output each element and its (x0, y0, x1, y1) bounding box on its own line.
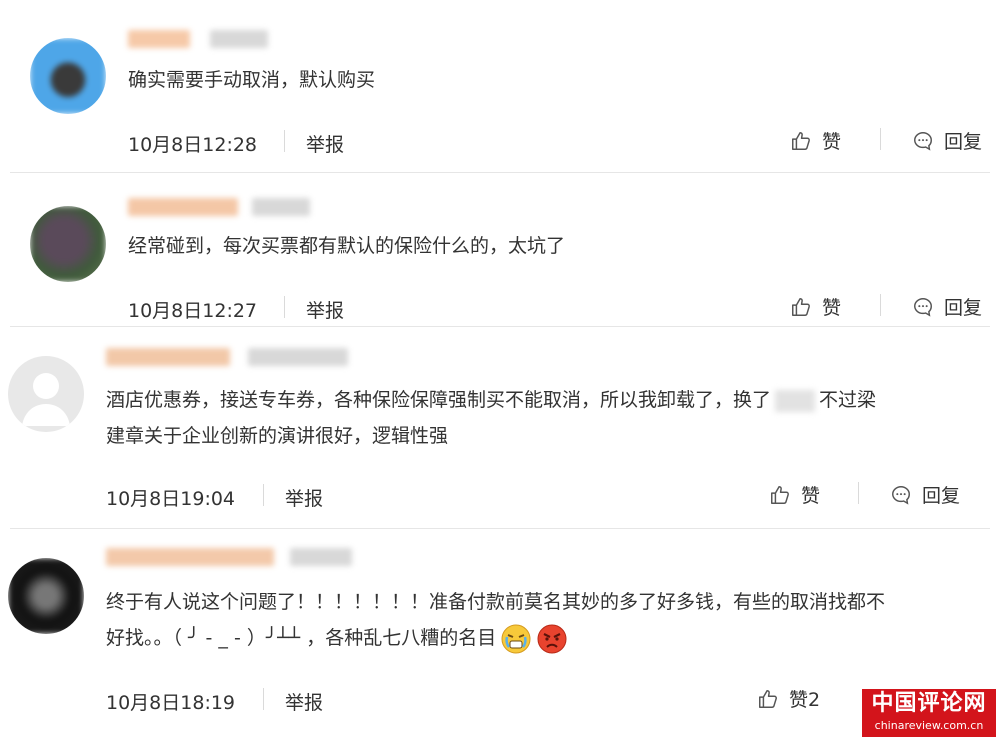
report-link[interactable]: 举报 (285, 484, 323, 511)
comment-text-line: 建章关于企业创新的演讲很好，逻辑性强 (106, 425, 449, 447)
avatar[interactable] (8, 558, 84, 634)
report-link[interactable]: 举报 (306, 296, 344, 323)
separator (858, 482, 859, 504)
username-masked[interactable] (128, 198, 238, 216)
angry-face-emoji-icon (537, 624, 567, 653)
username-masked[interactable] (106, 348, 230, 366)
comment-text: 经常碰到，每次买票都有默认的保险什么的，太坑了 (128, 235, 566, 257)
thumbs-up-icon (792, 131, 810, 150)
thumbs-up-icon (759, 689, 777, 708)
like-label: 赞 (822, 131, 842, 153)
reply-label: 回复 (944, 131, 983, 153)
avatar[interactable] (30, 38, 106, 114)
masked-app-name (775, 389, 816, 412)
username-masked[interactable] (106, 548, 274, 566)
comment-item: 经常碰到，每次买票都有默认的保险什么的，太坑了 10月8日12:27 举报 赞 … (0, 172, 1000, 332)
separator (880, 294, 881, 316)
comment-text-line: 终于有人说这个问题了！！！！！！！准备付款前莫名其妙的多了好多钱，有些的取消找都… (106, 591, 886, 613)
comment-text-part: 好找。。（ ╯ - _ - ）╯┴┴ ，各种乱七八糟的名目 (106, 627, 497, 649)
default-avatar-icon (22, 373, 70, 426)
reply-label: 回复 (944, 297, 983, 319)
reply-button[interactable]: 回复 (890, 481, 960, 508)
crying-face-emoji-icon (501, 624, 531, 653)
separator (263, 688, 264, 710)
comment-text: 确实需要手动取消，默认购买 (128, 69, 376, 91)
comment-text-line: 好找。。（ ╯ - _ - ）╯┴┴ ，各种乱七八糟的名目 (106, 620, 568, 656)
like-button[interactable]: 赞 (769, 481, 820, 508)
thumbs-up-icon (771, 485, 789, 504)
comment-bubble-icon (914, 297, 932, 317)
like-label: 赞 (801, 485, 821, 507)
like-label: 赞 (822, 297, 842, 319)
like-button[interactable]: 赞 (790, 293, 841, 320)
watermark-title: 中国评论网 (871, 691, 987, 716)
comment-bubble-icon (914, 131, 932, 151)
location-tag-masked (252, 198, 310, 216)
comment-time: 10月8日12:28 (128, 134, 258, 156)
like-button[interactable]: 赞 (790, 127, 841, 154)
comment-item: 确实需要手动取消，默认购买 10月8日12:28 举报 赞 回复 (0, 0, 1000, 172)
report-link[interactable]: 举报 (306, 130, 344, 157)
separator (880, 128, 881, 150)
report-link[interactable]: 举报 (285, 688, 323, 715)
site-watermark-logo: 中国评论网 chinareview.com.cn (862, 689, 996, 737)
location-tag-masked (248, 348, 348, 366)
reply-label: 回复 (922, 485, 961, 507)
comment-text-part: 不过梁 (819, 389, 877, 411)
reply-button[interactable]: 回复 (912, 293, 982, 320)
comment-time: 10月8日19:04 (106, 488, 236, 510)
avatar[interactable] (30, 206, 106, 282)
comment-item: 终于有人说这个问题了！！！！！！！准备付款前莫名其妙的多了好多钱，有些的取消找都… (0, 528, 1000, 741)
location-tag-masked (210, 30, 268, 48)
thumbs-up-icon (792, 297, 810, 316)
watermark-url: chinareview.com.cn (874, 719, 984, 732)
comment-item: 酒店优惠券，接送专车券，各种保险保障强制买不能取消，所以我卸载了，换了 不过梁 建… (0, 326, 1000, 526)
comment-text-line: 酒店优惠券，接送专车券，各种保险保障强制买不能取消，所以我卸载了，换了 不过梁 (106, 382, 876, 418)
avatar[interactable] (8, 356, 84, 432)
location-tag-masked (290, 548, 352, 566)
comment-bubble-icon (892, 485, 910, 505)
like-label: 赞2 (789, 689, 821, 711)
username-masked[interactable] (128, 30, 190, 48)
separator (263, 484, 264, 506)
separator (284, 130, 285, 152)
comment-text-part: 酒店优惠券，接送专车券，各种保险保障强制买不能取消，所以我卸载了，换了 (106, 389, 772, 411)
separator (284, 296, 285, 318)
like-button[interactable]: 赞2 (757, 685, 820, 712)
comment-time: 10月8日12:27 (128, 300, 258, 322)
comment-time: 10月8日18:19 (106, 692, 236, 714)
reply-button[interactable]: 回复 (912, 127, 982, 154)
